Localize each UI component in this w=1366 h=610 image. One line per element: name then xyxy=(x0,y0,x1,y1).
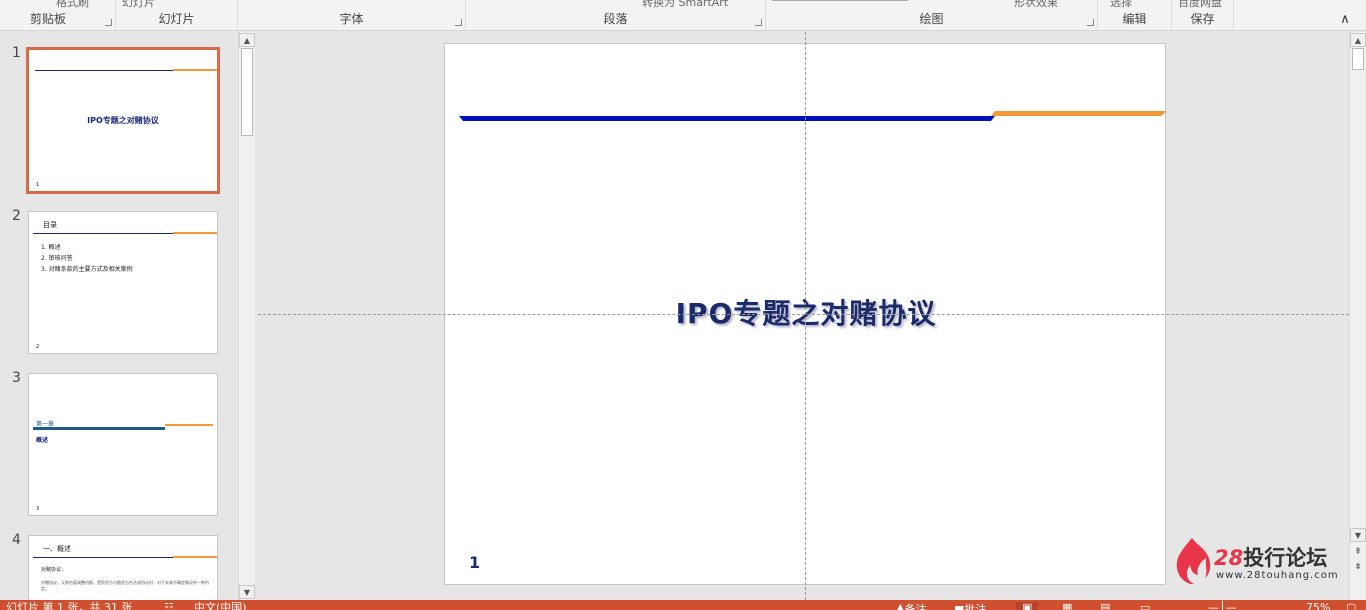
ribbon-group-slides: 幻灯片 幻灯片 xyxy=(116,0,238,31)
ribbon-group-font: 字体 xyxy=(238,0,466,31)
language-indicator[interactable]: 中文(中国) xyxy=(194,602,247,610)
thumbnail-title: IPO专题之对赌协议 xyxy=(87,116,159,125)
dialog-launcher-icon[interactable] xyxy=(755,19,762,26)
scroll-down-icon[interactable]: ▼ xyxy=(1350,528,1366,542)
reading-view-icon[interactable]: ▤ xyxy=(1100,602,1110,610)
slide-title[interactable]: IPO专题之对赌协议 xyxy=(445,292,1167,332)
status-bar: 幻灯片 第 1 张，共 31 张 ☷ 中文(中国) ▲ 备注 ▬ 批注 ▣ ▦ … xyxy=(0,600,1366,610)
canvas-scrollbar[interactable]: ▲ ▼ ⇞ ⇟ xyxy=(1349,32,1366,600)
slide-thumbnail-2[interactable]: 目录 1. 概述 2. 审核问答 3. 对赌条款的主要方式及相关案例 2 xyxy=(28,211,218,354)
ribbon-group-label: 幻灯片 xyxy=(158,12,195,26)
teal-rule xyxy=(33,427,165,430)
vertical-guide[interactable] xyxy=(805,32,806,600)
blue-accent-bar xyxy=(459,116,995,121)
format-painter-label[interactable]: 格式刷 xyxy=(56,0,89,10)
fit-to-window-icon[interactable]: ▢ xyxy=(1346,602,1356,610)
slide-thumbnail-1[interactable]: IPO专题之对赌协议 1 xyxy=(26,47,220,194)
thumbnail-heading: 一、概述 xyxy=(43,545,71,553)
ribbon-group-drawing: 形状效果 绘图 xyxy=(766,0,1098,31)
convert-smartart-label[interactable]: 转换为 SmartArt xyxy=(642,0,728,10)
slide-page-number[interactable]: 1 xyxy=(469,553,480,572)
orange-rule xyxy=(173,69,217,71)
slideshow-icon[interactable]: ▭ xyxy=(1140,602,1150,610)
thumbnail-scrollbar[interactable]: ▲ ▼ xyxy=(238,32,255,600)
shape-effects-label[interactable]: 形状效果 xyxy=(1014,0,1058,10)
spellcheck-icon[interactable]: ☷ xyxy=(164,602,174,610)
ribbon-group-label: 保存 xyxy=(1190,12,1215,26)
shape-gallery[interactable] xyxy=(772,0,908,1)
blue-rule xyxy=(35,70,173,71)
thumbnail-list-item: 3. 对赌条款的主要方式及相关案例 xyxy=(41,266,133,273)
blue-rule xyxy=(33,557,173,558)
thumbnail-body-text: 对赌协议，又称估值调整机制，是投资方与融资方在达成协议时，对于未来不确定情况的一… xyxy=(41,580,209,591)
previous-slide-icon[interactable]: ⇞ xyxy=(1350,545,1366,559)
notes-label: 备注 xyxy=(904,603,927,610)
baidu-netdisk-label[interactable]: 百度网盘 xyxy=(1178,0,1222,10)
watermark-url: www.28touhang.com xyxy=(1216,570,1339,581)
flame-icon xyxy=(1176,538,1211,585)
ribbon-group-label: 绘图 xyxy=(919,12,944,26)
zoom-level[interactable]: 75% xyxy=(1306,602,1330,610)
dialog-launcher-icon[interactable] xyxy=(455,19,462,26)
thumbnail-list-item: 2. 审核问答 xyxy=(41,255,73,262)
thumbnail-page-number: 3 xyxy=(36,506,40,512)
thumbnail-heading: 目录 xyxy=(43,221,57,229)
scroll-up-icon[interactable]: ▲ xyxy=(1350,33,1366,47)
next-slide-icon[interactable]: ⇟ xyxy=(1350,560,1366,574)
watermark-logo: 28投行论坛 www.28touhang.com xyxy=(1172,536,1344,586)
powerpoint-window: 格式刷 剪贴板 幻灯片 幻灯片 字体 转换为 SmartArt 段落 形状效果 … xyxy=(0,0,1366,610)
watermark-name: 投行论坛 xyxy=(1243,546,1328,570)
new-slide-label[interactable]: 幻灯片 xyxy=(122,0,155,10)
ribbon-group-label: 剪贴板 xyxy=(30,12,67,26)
horizontal-guide[interactable] xyxy=(258,314,1349,315)
orange-accent-bar xyxy=(991,111,1167,116)
ribbon-group-label: 字体 xyxy=(339,12,364,26)
thumbnail-list-item: 1. 概述 xyxy=(41,244,61,251)
ribbon-group-save: 百度网盘 保存 xyxy=(1172,0,1234,31)
thumbnail-subheading: 概述 xyxy=(36,437,49,444)
scroll-thumb[interactable] xyxy=(241,48,253,136)
watermark-number: 28 xyxy=(1214,546,1244,570)
thumbnail-number: 1 xyxy=(12,45,21,61)
ribbon-group-label: 段落 xyxy=(603,12,628,26)
blue-rule xyxy=(33,233,173,234)
chevron-up-icon[interactable]: ∧ xyxy=(1338,13,1352,27)
slide-editing-canvas: IPO专题之对赌协议 1 xyxy=(258,32,1349,600)
thumbnail-number: 2 xyxy=(12,208,21,224)
dialog-launcher-icon[interactable] xyxy=(105,19,112,26)
thumbnail-subheading: 对赌协议： xyxy=(41,567,67,573)
scroll-down-icon[interactable]: ▼ xyxy=(239,585,255,599)
scroll-up-icon[interactable]: ▲ xyxy=(239,33,255,47)
slide-sorter-icon[interactable]: ▦ xyxy=(1062,602,1072,610)
ribbon-group-editing: 选择 编辑 xyxy=(1098,0,1172,31)
comments-label: 批注 xyxy=(964,603,987,610)
slide-thumbnail-pane: 1 IPO专题之对赌协议 1 2 目录 1. 概述 2. 审核问答 3. 对赌条… xyxy=(0,32,255,605)
ribbon-group-label: 编辑 xyxy=(1122,12,1147,26)
orange-rule xyxy=(173,232,217,234)
slide-thumbnail-3[interactable]: 第一章 概述 3 xyxy=(28,373,218,516)
ribbon-group-paragraph: 转换为 SmartArt 段落 xyxy=(466,0,766,31)
scroll-thumb[interactable] xyxy=(1352,48,1364,70)
normal-view-icon[interactable]: ▣ xyxy=(1016,602,1039,610)
thumbnail-number: 3 xyxy=(12,370,21,386)
orange-rule xyxy=(165,424,213,426)
thumbnail-number: 4 xyxy=(12,532,21,548)
ribbon: 格式刷 剪贴板 幻灯片 幻灯片 字体 转换为 SmartArt 段落 形状效果 … xyxy=(0,0,1366,31)
dialog-launcher-icon[interactable] xyxy=(1087,19,1094,26)
thumbnail-page-number: 1 xyxy=(36,182,40,188)
comments-button[interactable]: ▬ 批注 xyxy=(954,602,986,610)
zoom-slider[interactable]: —│— xyxy=(1208,602,1237,610)
select-label[interactable]: 选择 xyxy=(1110,0,1132,10)
slide-thumbnail-4[interactable]: 一、概述 对赌协议： 对赌协议，又称估值调整机制，是投资方与融资方在达成协议时，… xyxy=(28,535,218,605)
slide-count: 幻灯片 第 1 张，共 31 张 xyxy=(6,601,133,610)
orange-rule xyxy=(173,556,217,558)
ribbon-group-clipboard: 格式刷 剪贴板 xyxy=(0,0,116,31)
watermark-brand: 28投行论坛 xyxy=(1214,542,1327,572)
notes-button[interactable]: ▲ 备注 xyxy=(896,602,926,610)
thumbnail-page-number: 2 xyxy=(36,344,40,350)
